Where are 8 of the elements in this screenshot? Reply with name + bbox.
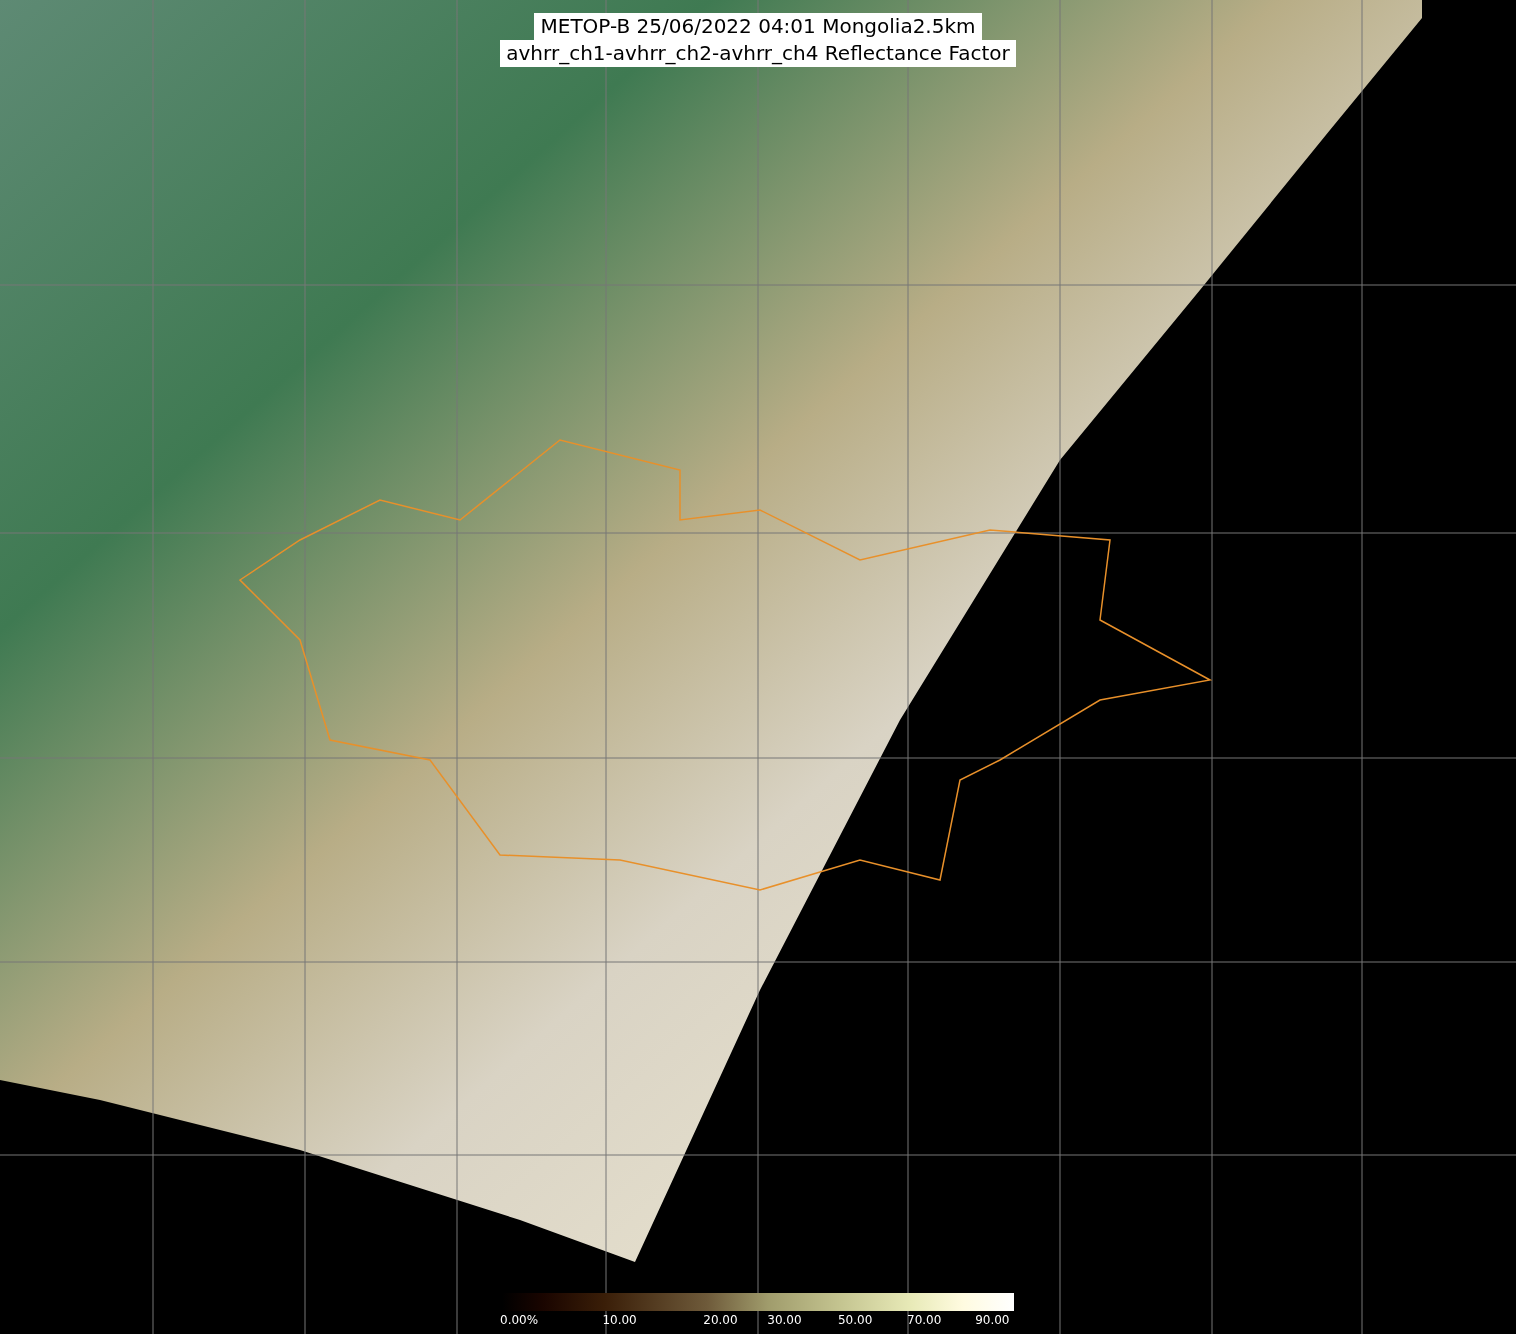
colorbar-label: 30.00: [767, 1313, 802, 1327]
colorbar-label: 90.00: [975, 1313, 1010, 1327]
colorbar-label: 20.00: [703, 1313, 738, 1327]
colorbar-label: 10.00: [602, 1313, 637, 1327]
colorbar-label: 0.00%: [500, 1313, 539, 1327]
image-title: METOP-B 25/06/2022 04:01 Mongolia2.5km avhrr_ch1-avhrr_ch2-avhrr_ch4 Reflectance Factor: [0, 13, 1516, 67]
colorbar-label: 50.00: [837, 1313, 873, 1327]
colorbar-label: 70.00: [907, 1313, 942, 1327]
